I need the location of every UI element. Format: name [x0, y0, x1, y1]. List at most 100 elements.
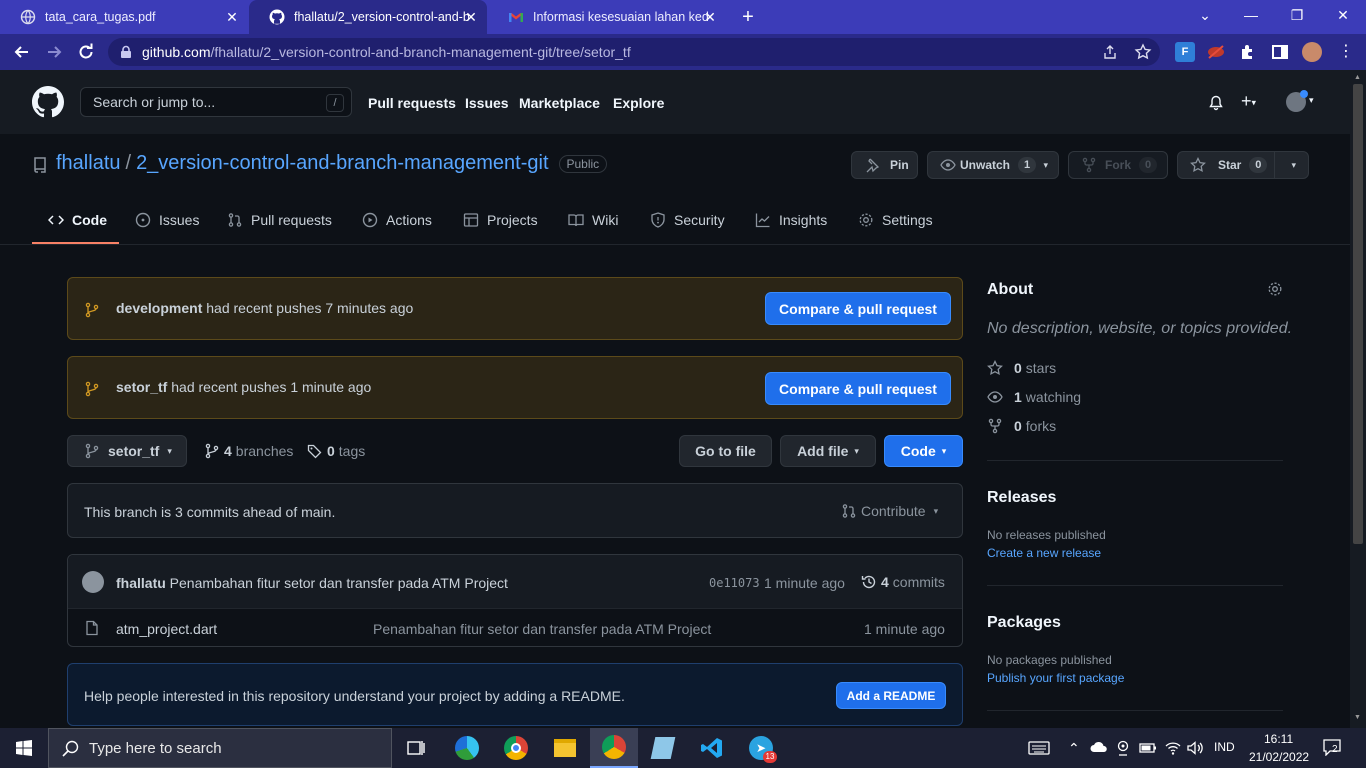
browser-tab-pdf[interactable]: tata_cara_tugas.pdf ✕: [0, 0, 248, 34]
packages-heading[interactable]: Packages: [987, 614, 1061, 632]
releases-heading[interactable]: Releases: [987, 489, 1056, 507]
clock-time[interactable]: 16:11: [1264, 732, 1293, 746]
extension-eye-icon[interactable]: [1206, 42, 1226, 62]
branches-link[interactable]: 4 branches: [204, 443, 293, 459]
more-menu-icon[interactable]: ⋮: [1338, 40, 1354, 64]
page-scrollbar[interactable]: ▲ ▼: [1350, 70, 1366, 728]
minimize-button[interactable]: —: [1228, 0, 1274, 30]
profile-avatar[interactable]: [1302, 42, 1322, 62]
commits-history-link[interactable]: 4 commits: [861, 574, 945, 590]
scrollbar-thumb[interactable]: [1353, 84, 1363, 544]
input-language-indicator[interactable]: IND: [1214, 740, 1235, 754]
close-window-button[interactable]: ✕: [1320, 0, 1366, 30]
extension-f-icon[interactable]: F: [1175, 42, 1195, 62]
edge-browser-icon[interactable]: [443, 728, 491, 768]
pushed-branch-name[interactable]: setor_tf: [116, 379, 167, 395]
maximize-button[interactable]: ❐: [1274, 0, 1320, 30]
repo-owner-link[interactable]: fhallatu: [56, 152, 121, 175]
side-panel-icon[interactable]: [1270, 42, 1290, 62]
tab-wiki[interactable]: Wiki: [568, 212, 618, 228]
search-input[interactable]: Search or jump to... /: [80, 87, 352, 117]
fork-button[interactable]: Fork 0: [1068, 151, 1168, 179]
chrome-profile-active-icon[interactable]: [590, 728, 638, 768]
forks-stat[interactable]: 0 forks: [987, 418, 1056, 434]
close-icon[interactable]: ✕: [224, 9, 240, 25]
file-row[interactable]: atm_project.dart Penambahan fitur setor …: [68, 609, 962, 647]
file-explorer-icon[interactable]: [541, 728, 589, 768]
tab-actions[interactable]: Actions: [362, 212, 432, 228]
forward-arrow-icon[interactable]: [44, 42, 64, 62]
tab-search-chevron-icon[interactable]: ⌄: [1182, 0, 1228, 30]
browser-tab-gmail[interactable]: Informasi kesesuaian lahan kedelai ✕: [488, 0, 726, 34]
taskbar-search-input[interactable]: Type here to search: [48, 728, 392, 768]
author-avatar[interactable]: [82, 571, 104, 593]
contribute-button[interactable]: Contribute ▾: [841, 503, 938, 519]
tab-issues[interactable]: Issues: [135, 212, 199, 228]
tab-insights[interactable]: Insights: [755, 212, 827, 228]
task-view-icon[interactable]: [392, 728, 440, 768]
create-release-link[interactable]: Create a new release: [987, 546, 1101, 560]
github-logo-icon[interactable]: [32, 86, 64, 118]
browser-tab-github[interactable]: fhallatu/2_version-control-and-branch ✕: [249, 0, 487, 34]
notepad-app-icon[interactable]: [639, 728, 687, 768]
telegram-icon[interactable]: ➤ 13: [737, 728, 785, 768]
nav-issues[interactable]: Issues: [465, 95, 509, 111]
chrome-icon[interactable]: [492, 728, 540, 768]
tab-pull-requests[interactable]: Pull requests: [227, 212, 332, 228]
nav-marketplace[interactable]: Marketplace: [519, 95, 600, 111]
chevron-down-icon[interactable]: ▾: [1309, 95, 1314, 106]
nav-pull-requests[interactable]: Pull requests: [368, 95, 456, 111]
commit-author[interactable]: fhallatu: [116, 575, 166, 591]
reload-icon[interactable]: [76, 42, 96, 62]
file-commit-message[interactable]: Penambahan fitur setor dan transfer pada…: [373, 621, 711, 637]
chevron-up-icon[interactable]: ⌃: [1068, 740, 1080, 757]
publish-package-link[interactable]: Publish your first package: [987, 671, 1124, 685]
commit-sha[interactable]: 0e11073: [709, 576, 760, 590]
tab-projects[interactable]: Projects: [463, 212, 538, 228]
go-to-file-button[interactable]: Go to file: [679, 435, 772, 467]
pushed-branch-name[interactable]: development: [116, 300, 202, 316]
scroll-up-arrow-icon[interactable]: ▲: [1354, 74, 1361, 81]
commit-message[interactable]: Penambahan fitur setor dan transfer pada…: [170, 575, 508, 591]
star-bookmark-icon[interactable]: [1134, 43, 1152, 61]
nav-explore[interactable]: Explore: [613, 95, 664, 111]
tab-settings[interactable]: Settings: [858, 212, 933, 228]
wifi-icon[interactable]: [1165, 740, 1181, 756]
onedrive-cloud-icon[interactable]: [1090, 741, 1108, 753]
code-button[interactable]: Code ▾: [884, 435, 963, 467]
file-name-link[interactable]: atm_project.dart: [116, 621, 217, 637]
close-icon[interactable]: ✕: [702, 9, 718, 25]
bell-icon[interactable]: [1208, 95, 1224, 111]
branch-select-button[interactable]: setor_tf ▾: [67, 435, 187, 467]
pin-button[interactable]: Pin: [851, 151, 918, 179]
compare-pull-request-button[interactable]: Compare & pull request: [765, 292, 951, 325]
add-file-button[interactable]: Add file ▾: [780, 435, 876, 467]
address-bar[interactable]: github.com/fhallatu/2_version-control-an…: [108, 38, 1160, 66]
webcam-icon[interactable]: [1116, 740, 1130, 756]
windows-start-icon[interactable]: [16, 740, 32, 756]
compare-pull-request-button[interactable]: Compare & pull request: [765, 372, 951, 405]
puzzle-extensions-icon[interactable]: [1238, 42, 1258, 62]
new-tab-button[interactable]: +: [738, 7, 758, 27]
battery-icon[interactable]: [1139, 741, 1157, 755]
notification-center-icon[interactable]: 2: [1322, 738, 1344, 758]
speaker-volume-icon[interactable]: [1186, 740, 1204, 756]
add-readme-button[interactable]: Add a README: [836, 682, 946, 709]
vscode-icon[interactable]: [688, 728, 736, 768]
unwatch-button[interactable]: Unwatch 1 ▾: [927, 151, 1059, 179]
watching-stat[interactable]: 1 watching: [987, 389, 1081, 405]
repo-name-link[interactable]: 2_version-control-and-branch-management-…: [136, 152, 548, 175]
back-arrow-icon[interactable]: [12, 42, 32, 62]
gear-icon[interactable]: [1267, 281, 1283, 297]
clock-date[interactable]: 21/02/2022: [1249, 750, 1309, 764]
keyboard-icon[interactable]: [1028, 740, 1050, 756]
star-list-chevron-icon[interactable]: ▾: [1291, 160, 1296, 171]
share-icon[interactable]: [1102, 44, 1118, 60]
lock-icon[interactable]: [119, 45, 133, 59]
tab-code[interactable]: Code: [48, 212, 107, 228]
close-icon[interactable]: ✕: [463, 9, 479, 25]
scroll-down-arrow-icon[interactable]: ▼: [1354, 714, 1361, 721]
stars-stat[interactable]: 0 stars: [987, 360, 1056, 376]
star-button[interactable]: Star 0 ▾: [1177, 151, 1309, 179]
create-new-plus-icon[interactable]: +▾: [1241, 91, 1256, 112]
